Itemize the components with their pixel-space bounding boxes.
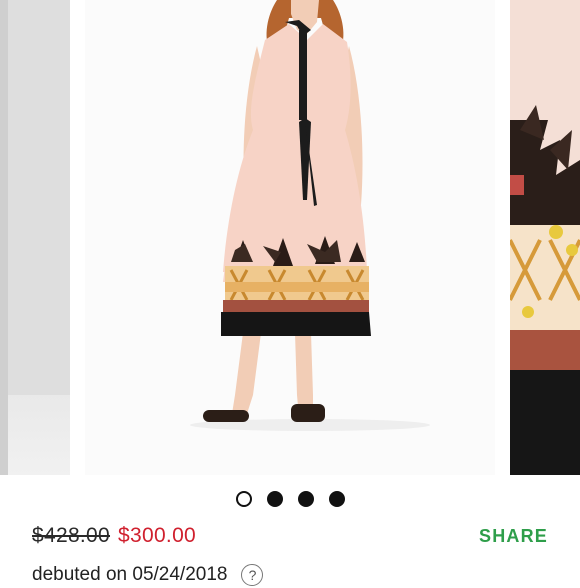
- price-row: $428.00 $300.00 SHARE: [32, 521, 548, 551]
- backdrop-wall: [0, 0, 70, 395]
- current-slide-image[interactable]: [85, 0, 495, 475]
- pagination-dot-2[interactable]: [266, 491, 283, 507]
- dress-model-photo: [85, 0, 495, 475]
- backdrop-floor: [0, 395, 70, 475]
- product-image-carousel[interactable]: [0, 0, 580, 475]
- question-mark-icon[interactable]: ?: [241, 564, 264, 586]
- share-button[interactable]: SHARE: [479, 526, 548, 547]
- print-closeup-photo: [510, 0, 580, 475]
- sale-price: $300.00: [118, 524, 197, 547]
- pagination-dot-4[interactable]: [328, 491, 345, 507]
- next-slide-image[interactable]: [510, 0, 580, 475]
- backdrop-edge: [0, 0, 8, 475]
- carousel-pagination: [0, 491, 580, 511]
- original-price: $428.00: [32, 524, 111, 547]
- previous-slide-image[interactable]: [0, 0, 70, 475]
- debut-row: debuted on 05/24/2018 ?: [32, 562, 264, 588]
- pagination-dot-1-active[interactable]: [235, 491, 252, 507]
- pagination-dot-3[interactable]: [297, 491, 314, 507]
- debut-date-text: debuted on 05/24/2018: [32, 564, 228, 585]
